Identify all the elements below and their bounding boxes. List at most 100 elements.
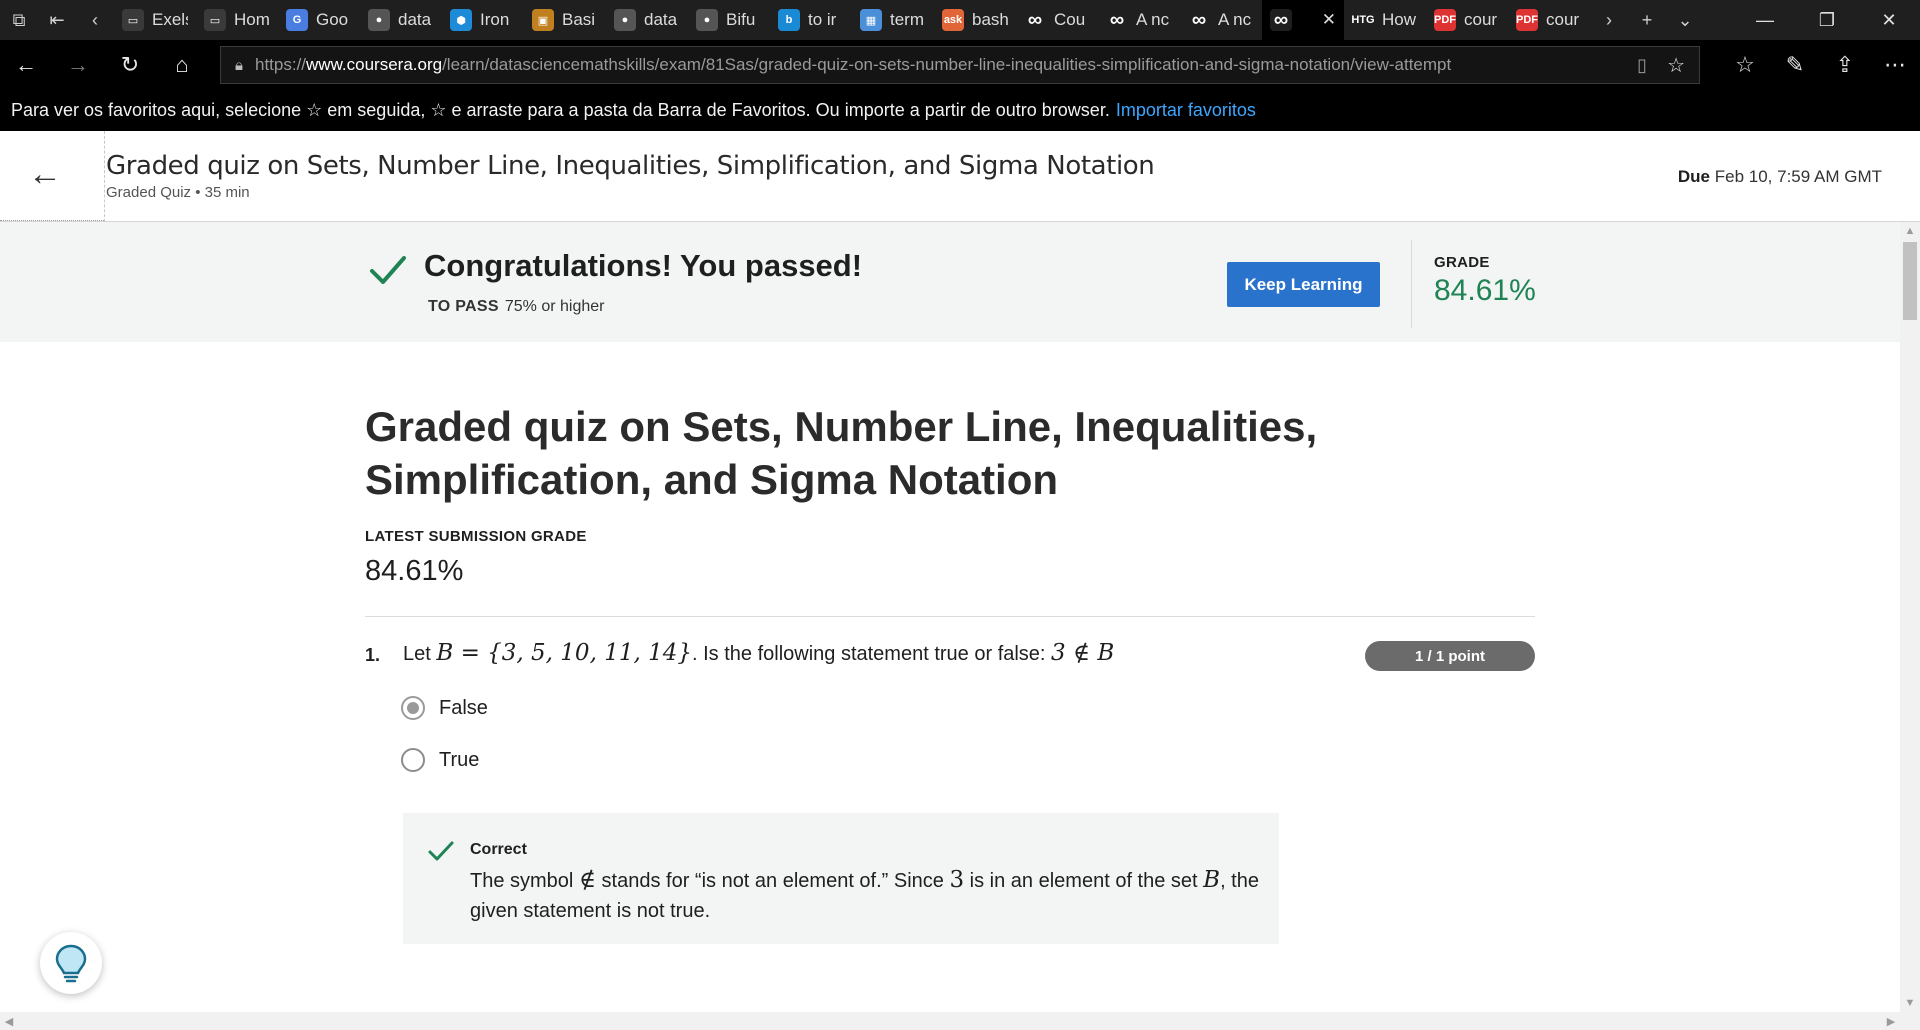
more-options-icon[interactable]: ⋯: [1870, 40, 1920, 90]
radio-selected-icon[interactable]: [401, 696, 425, 720]
tab-title: data: [398, 10, 432, 29]
close-tab-icon[interactable]: ✕: [1322, 10, 1336, 30]
window-icon: ▭: [204, 9, 226, 31]
browser-tab[interactable]: ● data: [360, 0, 442, 40]
check-icon: [370, 256, 406, 284]
browser-toolbar-right: ☆ ✎ ⇪ ⋯: [1720, 40, 1920, 90]
help-lightbulb-icon[interactable]: [40, 932, 102, 994]
browser-tab[interactable]: ▭ Hom: [196, 0, 278, 40]
tab-title: term: [890, 10, 924, 29]
horizontal-scrollbar[interactable]: ◀ ▶: [0, 1012, 1920, 1030]
scroll-left-icon[interactable]: ◀: [0, 1012, 18, 1030]
browser-tab[interactable]: ▣ Basi: [524, 0, 606, 40]
question-set-math: B = {3, 5, 10, 11, 14}: [436, 640, 692, 666]
browser-tab[interactable]: ∞ ✕: [1262, 0, 1344, 40]
close-window-icon[interactable]: ✕: [1858, 0, 1920, 40]
page-title: Graded quiz on Sets, Number Line, Inequa…: [365, 403, 1318, 503]
pass-threshold: TO PASS 75% or higher: [428, 298, 605, 315]
github-icon: ●: [614, 9, 636, 31]
infinity-icon: ∞: [1106, 9, 1128, 31]
browser-tab[interactable]: ⬢ Iron: [442, 0, 524, 40]
feedback-title: Correct: [470, 841, 527, 858]
infinity-icon: ∞: [1024, 9, 1046, 31]
address-bar-row: ← → ↻ ⌂ 🔒︎ https://www.coursera.org/lear…: [0, 40, 1920, 90]
option-label: True: [439, 748, 480, 771]
import-favorites-link[interactable]: Importar favoritos: [1116, 100, 1256, 121]
quiz-header: ← Graded quiz on Sets, Number Line, Ineq…: [0, 131, 1920, 222]
forward-icon[interactable]: →: [52, 40, 104, 90]
scroll-tabs-right-icon[interactable]: ›: [1590, 0, 1628, 40]
feedback-box: Correct The symbol ∉ stands for “is not …: [403, 813, 1279, 944]
browser-tab[interactable]: ▭ Exels: [114, 0, 196, 40]
tab-title: Goo: [316, 10, 349, 29]
browser-tab[interactable]: ● data: [606, 0, 688, 40]
browser-tab[interactable]: ▦ term: [852, 0, 934, 40]
tab-list-chevron-icon[interactable]: ⌄: [1666, 0, 1704, 40]
tab-title: Exels: [152, 10, 188, 29]
back-arrow-icon[interactable]: ←: [28, 155, 62, 194]
browser-tab[interactable]: G Goo: [278, 0, 360, 40]
scrollbar-thumb[interactable]: [1903, 242, 1917, 320]
shield-icon: ⬢: [450, 9, 472, 31]
scroll-right-icon[interactable]: ▶: [1882, 1012, 1900, 1030]
tab-title: A nc: [1136, 10, 1170, 29]
scroll-down-icon[interactable]: ▼: [1900, 994, 1920, 1012]
question-statement-math: 3 ∉ B: [1051, 640, 1115, 666]
browser-tab[interactable]: b to ir: [770, 0, 852, 40]
browser-tab[interactable]: ∞ Cou: [1016, 0, 1098, 40]
favorite-star-icon[interactable]: ☆: [1667, 53, 1685, 78]
browser-tab[interactable]: HTG How: [1344, 0, 1426, 40]
lightbulb-icon: [55, 944, 87, 983]
restore-icon[interactable]: ❐: [1796, 0, 1858, 40]
infinity-icon: ∞: [1270, 9, 1292, 31]
radio-unselected-icon[interactable]: [401, 748, 425, 772]
tab-title: Bifu: [726, 10, 756, 29]
refresh-icon[interactable]: ↻: [104, 40, 156, 90]
minimize-icon[interactable]: —: [1734, 0, 1796, 40]
keep-learning-button[interactable]: Keep Learning: [1227, 262, 1380, 307]
vertical-scrollbar[interactable]: ▲ ▼: [1900, 222, 1920, 1012]
new-tab-icon[interactable]: +: [1628, 0, 1666, 40]
set-aside-tabs-icon[interactable]: ⇤: [38, 0, 76, 40]
url-text: https://www.coursera.org/learn/datascien…: [254, 55, 1452, 74]
tab-actions-icon[interactable]: ⧉: [0, 0, 38, 40]
favorites-hub-icon[interactable]: ☆: [1720, 40, 1770, 90]
browser-tab[interactable]: PDF cour: [1508, 0, 1590, 40]
question-number: 1.: [365, 645, 381, 665]
option-label: False: [439, 696, 488, 719]
browser-tab[interactable]: ∞ A nc: [1180, 0, 1262, 40]
scroll-up-icon[interactable]: ▲: [1900, 222, 1920, 240]
scroll-tabs-left-icon[interactable]: ‹: [76, 0, 114, 40]
browser-tab[interactable]: PDF cour: [1426, 0, 1508, 40]
header-subtitle: Graded Quiz • 35 min: [106, 184, 250, 201]
tab-strip: ▭Exels▭HomGGoo●data⬢Iron▣Basi●data●Bifub…: [114, 0, 1590, 40]
window-controls: — ❐ ✕: [1734, 0, 1920, 40]
check-icon: [428, 841, 454, 861]
github-icon: ●: [696, 9, 718, 31]
due-date: Due Feb 10, 7:59 AM GMT: [1677, 167, 1882, 186]
option-true[interactable]: True: [401, 748, 479, 772]
home-icon[interactable]: ⌂: [156, 40, 208, 90]
browser-tab-bar: ⧉ ⇤ ‹ ▭ Exels ▭ Hom G Goo ● data ⬢ Iron ▣ Basi ● data…: [0, 0, 1920, 40]
web-note-icon[interactable]: ✎: [1770, 40, 1820, 90]
share-icon[interactable]: ⇪: [1820, 40, 1870, 90]
lock-icon: 🔒︎: [235, 56, 243, 74]
browser-tab[interactable]: ∞ A nc: [1098, 0, 1180, 40]
feedback-text: The symbol ∉ stands for “is not an eleme…: [470, 867, 1259, 922]
browser-tab[interactable]: ask bash: [934, 0, 1016, 40]
back-icon[interactable]: ←: [0, 40, 52, 90]
browser-tab[interactable]: ● Bifu: [688, 0, 770, 40]
tab-title: cour: [1546, 10, 1580, 29]
pass-message: Congratulations! You passed!: [424, 248, 863, 283]
tab-title: cour: [1464, 10, 1498, 29]
bing-icon: b: [778, 9, 800, 31]
favorites-bar-text: Para ver os favoritos aqui, selecione ☆ …: [11, 100, 1110, 120]
option-false[interactable]: False: [401, 696, 488, 720]
tab-title: data: [644, 10, 678, 29]
url-field[interactable]: 🔒︎ https://www.coursera.org/learn/datasc…: [220, 46, 1700, 84]
app-icon: ▦: [860, 9, 882, 31]
tab-title: Cou: [1054, 10, 1086, 29]
tab-title: Basi: [562, 10, 596, 29]
reading-view-icon[interactable]: ▯: [1637, 55, 1647, 76]
infinity-icon: ∞: [1188, 9, 1210, 31]
